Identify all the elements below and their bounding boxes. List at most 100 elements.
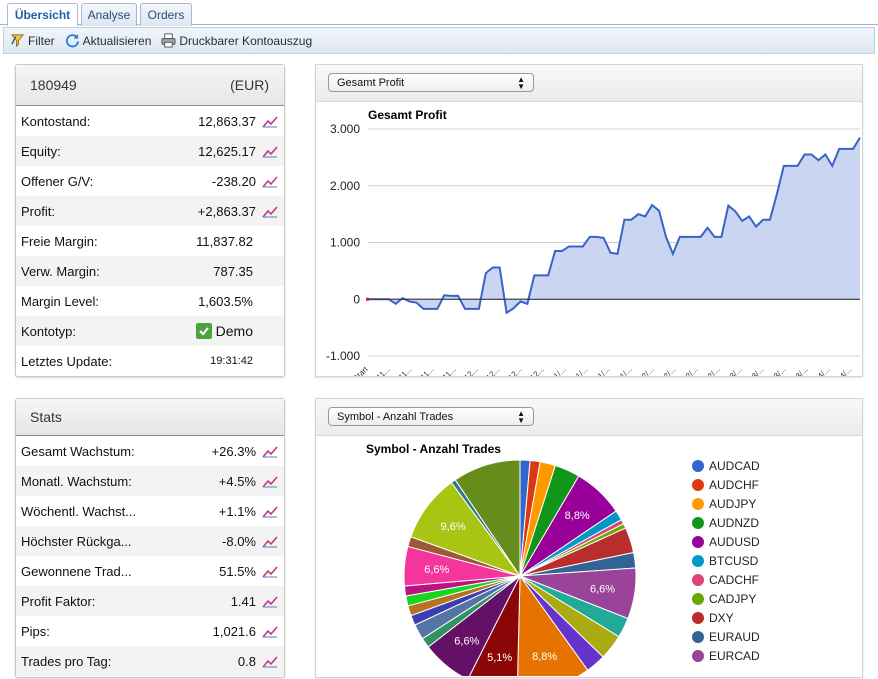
- trend-chart-button[interactable]: [256, 653, 278, 669]
- stats-row-label: Trades pro Tag:: [21, 653, 112, 669]
- x-tick-label: 4/...: [838, 365, 854, 376]
- x-tick-label: 11...: [375, 365, 392, 376]
- legend-swatch: [692, 517, 704, 529]
- legend-label: AUDCHF: [709, 478, 759, 492]
- legend-label: EURCAD: [709, 649, 760, 663]
- x-tick-label: 2/...: [684, 365, 700, 376]
- profit-select-value: Gesamt Profit: [337, 76, 405, 89]
- trend-chart-button[interactable]: [256, 533, 278, 549]
- stats-row-value: +26.3%: [211, 443, 256, 459]
- refresh-button[interactable]: Aktualisieren: [65, 33, 151, 48]
- trend-chart-icon[interactable]: [262, 205, 278, 219]
- trend-chart-button[interactable]: [256, 503, 278, 519]
- trend-chart-icon[interactable]: [262, 445, 278, 459]
- pie-value-label: 8,8%: [565, 510, 590, 522]
- refresh-icon: [65, 33, 79, 48]
- profit-area: [368, 137, 860, 313]
- stats-row-label: Gesamt Wachstum:: [21, 443, 135, 459]
- x-tick-label: 3/...: [794, 365, 810, 376]
- start-marker: [366, 297, 369, 301]
- account-row-label: Kontostand:: [21, 113, 91, 129]
- trend-chart-button[interactable]: [256, 443, 278, 459]
- trend-chart-button[interactable]: [256, 173, 278, 189]
- trend-chart-button[interactable]: [256, 473, 278, 489]
- profit-chart-select[interactable]: Gesamt Profit ▲ ▼: [328, 73, 534, 92]
- stats-row-value: +1.1%: [218, 503, 256, 519]
- filter-button[interactable]: Filter: [10, 33, 55, 48]
- trend-chart-button[interactable]: [256, 203, 278, 219]
- y-tick-label: -1.000: [326, 349, 360, 363]
- account-row: Equity: 12,625.17: [16, 136, 284, 166]
- pie-value-label: 8,8%: [532, 651, 557, 663]
- legend-swatch: [692, 479, 704, 491]
- trend-chart-icon[interactable]: [262, 115, 278, 129]
- trend-chart-button[interactable]: [256, 563, 278, 579]
- trend-chart-icon[interactable]: [262, 655, 278, 669]
- trend-chart-icon[interactable]: [262, 565, 278, 579]
- trend-chart-icon[interactable]: [262, 535, 278, 549]
- legend-swatch: [692, 593, 704, 605]
- account-currency: (EUR): [230, 77, 269, 93]
- legend-swatch: [692, 460, 704, 472]
- stats-panel: Stats Gesamt Wachstum: +26.3% Monatl. Wach…: [15, 398, 285, 678]
- tab-orders[interactable]: Orders: [140, 3, 192, 26]
- legend-swatch: [692, 574, 704, 586]
- legend-label: BTCUSD: [709, 554, 759, 568]
- x-tick-label: 4/...: [816, 365, 832, 376]
- account-row: Profit: +2,863.37: [16, 196, 284, 226]
- account-row: Offener G/V: -238.20: [16, 166, 284, 196]
- filter-label: Filter: [28, 33, 55, 48]
- y-tick-label: 0: [353, 292, 360, 306]
- chart-title: Symbol - Anzahl Trades: [366, 442, 501, 456]
- trend-chart-button[interactable]: [256, 143, 278, 159]
- trend-chart-icon[interactable]: [262, 175, 278, 189]
- stats-row: Pips: 1,021.6: [16, 616, 284, 646]
- account-row-value: 12,863.37: [198, 113, 256, 129]
- x-tick-label: 11...: [419, 365, 436, 376]
- account-row-label: Verw. Margin:: [21, 263, 100, 279]
- account-row: Verw. Margin: 787.35: [16, 256, 284, 286]
- pie-value-label: 6,6%: [424, 564, 449, 576]
- trend-chart-button[interactable]: [256, 113, 278, 129]
- x-tick-label: Start: [351, 364, 370, 376]
- account-row-label: Letztes Update:: [21, 353, 113, 369]
- legend-label: CADCHF: [709, 573, 759, 587]
- legend-swatch: [692, 631, 704, 643]
- x-tick-label: 2/...: [640, 365, 656, 376]
- profit-chart-header: Gesamt Profit ▲ ▼: [316, 65, 862, 102]
- x-tick-label: 2/...: [662, 365, 678, 376]
- legend-label: EURAUD: [709, 630, 760, 644]
- tab-analyse[interactable]: Analyse: [81, 3, 137, 26]
- trend-chart-button[interactable]: [256, 593, 278, 609]
- trend-chart-icon[interactable]: [262, 145, 278, 159]
- account-row-value: 787.35: [213, 263, 253, 279]
- symbol-chart-header: Symbol - Anzahl Trades ▲ ▼: [316, 399, 862, 436]
- tab-uebersicht[interactable]: Übersicht: [7, 3, 78, 26]
- account-row-label: Freie Margin:: [21, 233, 98, 249]
- account-row-value: 11,837.82: [196, 233, 253, 249]
- pie-value-label: 5,1%: [487, 652, 512, 664]
- trend-chart-icon[interactable]: [262, 595, 278, 609]
- stats-row-value: +4.5%: [218, 473, 256, 489]
- trend-chart-icon[interactable]: [262, 505, 278, 519]
- trend-chart-button[interactable]: [256, 623, 278, 639]
- symbol-pie-chart: Symbol - Anzahl Trades 8,8% 6,6% 8,8% 5,1% 6,…: [366, 442, 760, 679]
- trend-chart-icon[interactable]: [262, 625, 278, 639]
- legend-swatch: [692, 612, 704, 624]
- trend-chart-icon[interactable]: [262, 475, 278, 489]
- account-row-label: Profit:: [21, 203, 55, 219]
- x-tick-label: 11...: [397, 365, 414, 376]
- print-statement-button[interactable]: Druckbarer Kontoauszug: [161, 33, 312, 48]
- stats-row: Wöchentl. Wachst... +1.1%: [16, 496, 284, 526]
- stats-header: Stats: [16, 399, 284, 436]
- stats-row-label: Monatl. Wachstum:: [21, 473, 132, 489]
- account-row: Kontotyp: Demo: [16, 316, 284, 346]
- legend-label: AUDJPY: [709, 497, 756, 511]
- symbol-chart-select[interactable]: Symbol - Anzahl Trades ▲ ▼: [328, 407, 534, 426]
- account-row-value: 12,625.17: [198, 143, 256, 159]
- account-row: Letztes Update: 19:31:42: [16, 346, 284, 376]
- x-tick-label: 1/...: [552, 365, 568, 376]
- x-tick-label: 1/...: [596, 365, 612, 376]
- pie-value-label: 9,6%: [441, 521, 466, 533]
- account-number: 180949: [30, 77, 77, 93]
